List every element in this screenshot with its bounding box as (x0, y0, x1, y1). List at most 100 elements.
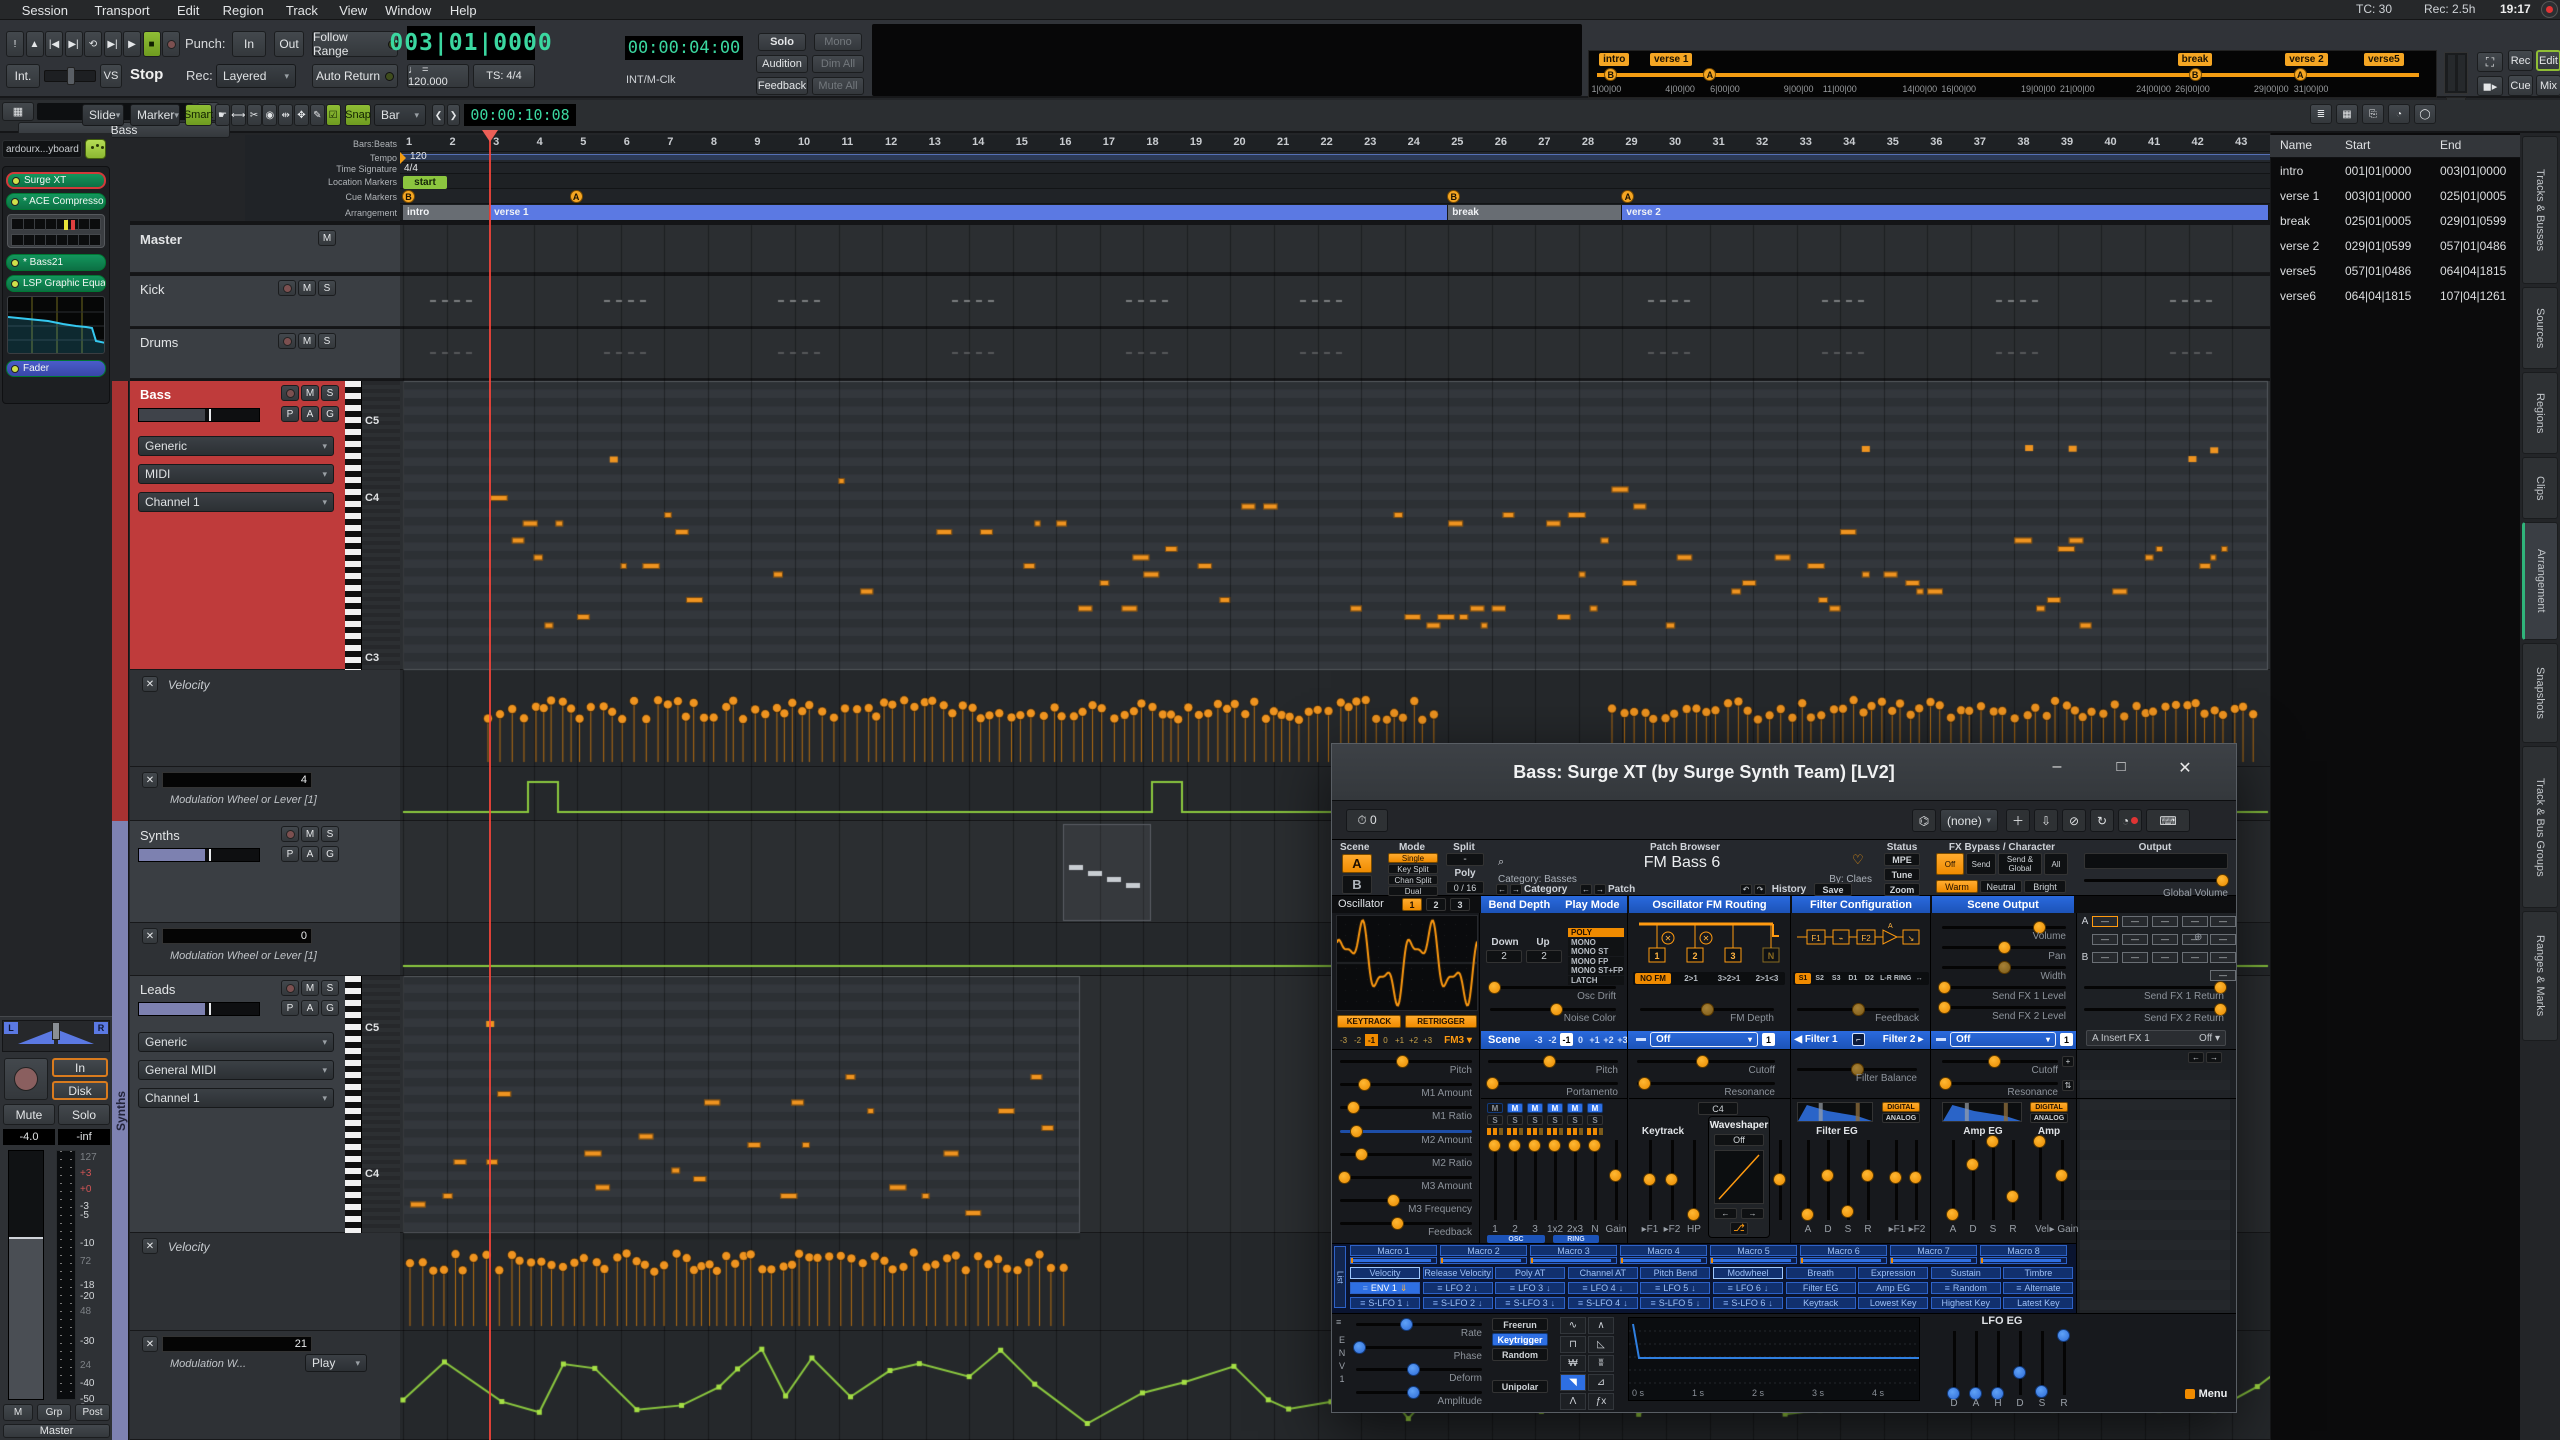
modsource-velocity[interactable]: Velocity (1350, 1267, 1420, 1279)
mixer-solo-3[interactable]: S (1527, 1115, 1543, 1125)
edit-mode-dropdown[interactable]: Slide (82, 104, 124, 126)
crop-view-icon[interactable]: ⛶ (2477, 52, 2503, 72)
track-btn-S[interactable]: S (321, 826, 339, 842)
track-dropdown[interactable]: Generic (138, 436, 334, 456)
slider-pan[interactable]: Pan (1942, 940, 2066, 962)
osc-tab-1[interactable]: 1 (1402, 898, 1422, 911)
plugin-window[interactable]: Bass: Surge XT (by Surge Synth Team) [LV… (1331, 743, 2237, 1413)
track-btn-M[interactable]: M (318, 230, 336, 246)
slider-m2-ratio[interactable]: M2 Ratio (1340, 1147, 1472, 1169)
strip-rec-button[interactable] (4, 1058, 48, 1100)
save-button[interactable]: Save (1814, 883, 1852, 896)
minimap[interactable]: intro verse 1 break verse 2 verse5 B A B A 1|00|0… (1588, 50, 2437, 98)
slider-width[interactable]: Width (1942, 960, 2066, 982)
master-output-button[interactable]: Master (3, 1424, 110, 1438)
lfo-shape-3[interactable]: ◺ (1588, 1336, 1614, 1353)
fx-slot[interactable]: — (2210, 934, 2236, 945)
macro-bar-2[interactable] (1440, 1257, 1527, 1264)
fx-slot[interactable]: — (2182, 916, 2208, 927)
insert-fx-dropdown[interactable]: A Insert FX 1 Off ▾ (2086, 1030, 2226, 1046)
menu-session[interactable]: Session (10, 0, 80, 20)
track-btn-G[interactable]: G (321, 1000, 339, 1016)
modsource-highest-key[interactable]: Highest Key (1930, 1297, 2001, 1309)
sidebar-tab-sources[interactable]: Sources (2522, 287, 2558, 369)
filter1-type-dropdown[interactable]: Off ▾ (1650, 1032, 1758, 1047)
feedback-button[interactable]: Feedback (756, 77, 808, 95)
sidebar-tab-ranges-marks[interactable]: Ranges & Marks (2522, 911, 2558, 1041)
range-row-0-c1[interactable]: 001|01|0000 (2345, 164, 2440, 180)
minimap-marker-verse2[interactable]: verse 2 (2285, 53, 2328, 66)
fxbypass-off[interactable]: Off (1936, 853, 1964, 875)
fm-route-321[interactable]: 3>2>1 (1711, 973, 1747, 984)
dim-all-button[interactable]: Dim All (812, 55, 864, 73)
patch-prev-icon[interactable]: ← (1580, 884, 1592, 895)
slider-portamento[interactable]: Portamento (1485, 1076, 1618, 1098)
group-stripe-bass[interactable] (112, 381, 129, 821)
mode-chansplit[interactable]: Chan Split (1388, 875, 1438, 885)
lfo-burger-icon[interactable]: ≡ (1336, 1317, 1348, 1329)
playmode-monost[interactable]: MONO ST (1568, 947, 1624, 956)
shuttle-slider[interactable] (44, 67, 96, 85)
waveshaper-next-icon[interactable]: → (1741, 1208, 1764, 1219)
vslider-s[interactable] (1840, 1138, 1856, 1222)
toolbar-undo-history-icon[interactable]: ◔ (2388, 104, 2410, 124)
vslider-n[interactable] (1587, 1138, 1603, 1222)
mono-button[interactable]: Mono (814, 33, 862, 51)
rec-page-button[interactable]: Rec (2508, 50, 2533, 71)
modsource-timbre[interactable]: Timbre (2003, 1267, 2074, 1279)
mixer-solo-2x3[interactable]: S (1567, 1115, 1583, 1125)
tool-range-button[interactable]: ⟷ (230, 104, 246, 126)
fxbypass-all[interactable]: All (2044, 853, 2068, 875)
track-btn-M[interactable]: M (298, 280, 316, 296)
filter2-plus-icon[interactable]: + (2062, 1056, 2074, 1067)
input-button[interactable]: In (52, 1058, 108, 1077)
section-tab-filter[interactable]: Filter Configuration (1792, 896, 1930, 913)
vslider-s[interactable] (2034, 1329, 2050, 1398)
track-btn-A[interactable]: A (301, 1000, 319, 1016)
track-fader[interactable] (138, 408, 260, 422)
slider-osc-drift[interactable]: Osc Drift (1487, 980, 1616, 1002)
toolbar-lock-icon[interactable]: ◯ (2414, 104, 2436, 124)
fx-slot[interactable]: — (2122, 952, 2148, 963)
slider-m1-amount[interactable]: M1 Amount (1340, 1077, 1472, 1099)
track-btn-G[interactable]: G (321, 406, 339, 422)
mod1-value-box[interactable]: 4 (162, 772, 312, 788)
filter-route-RING[interactable]: RING (1894, 973, 1912, 984)
lfo-shape-6[interactable]: ◥ (1560, 1374, 1586, 1391)
post-button[interactable]: Post (75, 1404, 110, 1421)
tool-grab-button[interactable]: ☛ (215, 104, 230, 126)
vslider-d[interactable] (2012, 1329, 2028, 1397)
punch-in-button[interactable]: In (232, 31, 266, 57)
vslider-d[interactable] (1965, 1138, 1981, 1222)
smart-mode-button[interactable]: Smart (184, 104, 213, 126)
range-row-2-c2[interactable]: 029|01|0599 (2440, 214, 2535, 230)
macro-bar-6[interactable] (1800, 1257, 1887, 1264)
follow-range-button[interactable]: Follow Range (312, 30, 398, 58)
vslider-hp[interactable] (1686, 1138, 1702, 1222)
audition-button[interactable]: Audition (756, 55, 808, 73)
fx-slot[interactable]: — (2092, 916, 2118, 927)
fx-slot[interactable]: — (2122, 916, 2148, 927)
modsource-modwheel[interactable]: Modwheel (1713, 1267, 1783, 1279)
slider-resonance[interactable]: Resonance (1939, 1076, 2058, 1098)
fx-slot[interactable]: — (2182, 952, 2208, 963)
fx-slot[interactable]: — (2152, 952, 2178, 963)
slider-deform[interactable]: Deform (1356, 1362, 1482, 1384)
plugin-virtual-keyboard-icon[interactable]: ⌨ (2146, 809, 2190, 832)
modsource-random[interactable]: ≡ Random (1930, 1282, 2001, 1294)
track-btn-◉[interactable] (281, 385, 299, 401)
modsource-lfo-4[interactable]: ≡ LFO 4 ↓ (1567, 1282, 1638, 1294)
scene-a-button[interactable]: A (1342, 854, 1372, 873)
lane-close-icon[interactable]: ✕ (142, 1238, 158, 1254)
modsource-breath[interactable]: Breath (1785, 1267, 1856, 1279)
vslider-▸-gain[interactable] (2054, 1138, 2070, 1222)
fx-return-slider-1[interactable]: Send FX 2 Return (2084, 1002, 2227, 1024)
tool-stretch-button[interactable]: ⇹ (278, 104, 294, 126)
scene-octave-0[interactable]: 0 (1574, 1033, 1587, 1046)
amp-eg-analog[interactable]: ANALOG (2030, 1113, 2068, 1123)
lfo-shape-0[interactable]: ∿ (1560, 1317, 1586, 1334)
fx-prev-icon[interactable]: ← (2188, 1052, 2204, 1063)
filter-resonance-link-icon[interactable]: ⌐ (1852, 1033, 1865, 1046)
modsource-s-lfo-5[interactable]: ≡ S-LFO 5 ↓ (1640, 1297, 1711, 1309)
sidebar-tab-snapshots[interactable]: Snapshots (2522, 643, 2558, 743)
